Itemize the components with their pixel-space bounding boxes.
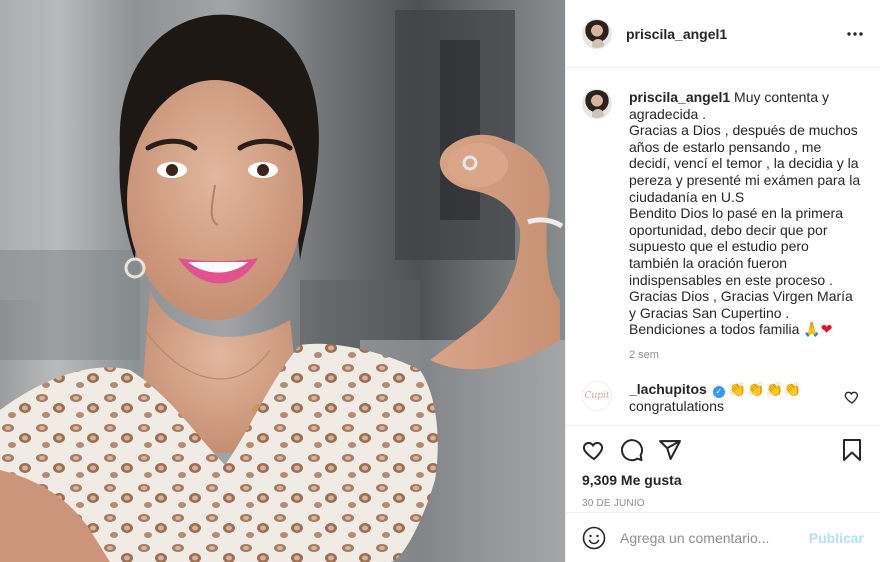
- comment-text: congratulations: [629, 397, 724, 414]
- post-photo[interactable]: [0, 0, 565, 562]
- comment-item: Cupit _lachupitos ✓ 👏👏👏👏 congratulations: [582, 380, 864, 415]
- heart-icon[interactable]: [582, 438, 606, 462]
- post-actions-section: 9,309 Me gusta 30 DE JUNIO: [566, 425, 880, 509]
- publish-button[interactable]: Publicar: [809, 530, 864, 546]
- action-bar: [582, 428, 864, 472]
- caption-timestamp[interactable]: 2 sem: [629, 349, 864, 361]
- likes-count[interactable]: 9,309 Me gusta: [582, 472, 864, 488]
- bookmark-icon[interactable]: [840, 438, 864, 462]
- emoji-smile-icon[interactable]: [582, 526, 606, 550]
- post-caption: priscila_angel1 Muy contenta y agradecid…: [582, 89, 864, 338]
- author-avatar[interactable]: [582, 18, 612, 49]
- commenter-avatar[interactable]: Cupit: [582, 380, 612, 411]
- post-photo-illustration: [0, 0, 565, 562]
- clap-emojis: 👏👏👏👏: [728, 380, 803, 397]
- comment-icon[interactable]: [620, 438, 644, 462]
- verified-badge-icon: ✓: [712, 385, 725, 398]
- caption-author-avatar[interactable]: [582, 89, 612, 119]
- comment-body: _lachupitos ✓ 👏👏👏👏 congratulations: [629, 381, 844, 415]
- author-username[interactable]: priscila_angel1: [626, 26, 844, 42]
- caption-text-block: priscila_angel1 Muy contenta y agradecid…: [629, 89, 861, 338]
- share-icon[interactable]: [658, 438, 682, 462]
- post-details-panel: priscila_angel1 priscila_angel1 Muy cont…: [565, 0, 880, 562]
- post-header: priscila_angel1: [566, 0, 880, 68]
- post-date[interactable]: 30 DE JUNIO: [582, 498, 864, 509]
- add-comment-bar: Publicar: [566, 512, 880, 562]
- comment-username[interactable]: _lachupitos: [629, 381, 707, 397]
- comments-section[interactable]: priscila_angel1 Muy contenta y agradecid…: [566, 69, 880, 425]
- comment-input[interactable]: [620, 529, 809, 546]
- more-horizontal-icon[interactable]: [844, 23, 866, 45]
- heart-emoji: ❤: [820, 321, 833, 338]
- caption-text: Muy contenta y agradecida . Gracias a Di…: [629, 89, 861, 338]
- comment-like-heart-icon[interactable]: [844, 389, 860, 405]
- caption-username[interactable]: priscila_angel1: [629, 89, 730, 105]
- pray-emoji: 🙏: [803, 321, 821, 338]
